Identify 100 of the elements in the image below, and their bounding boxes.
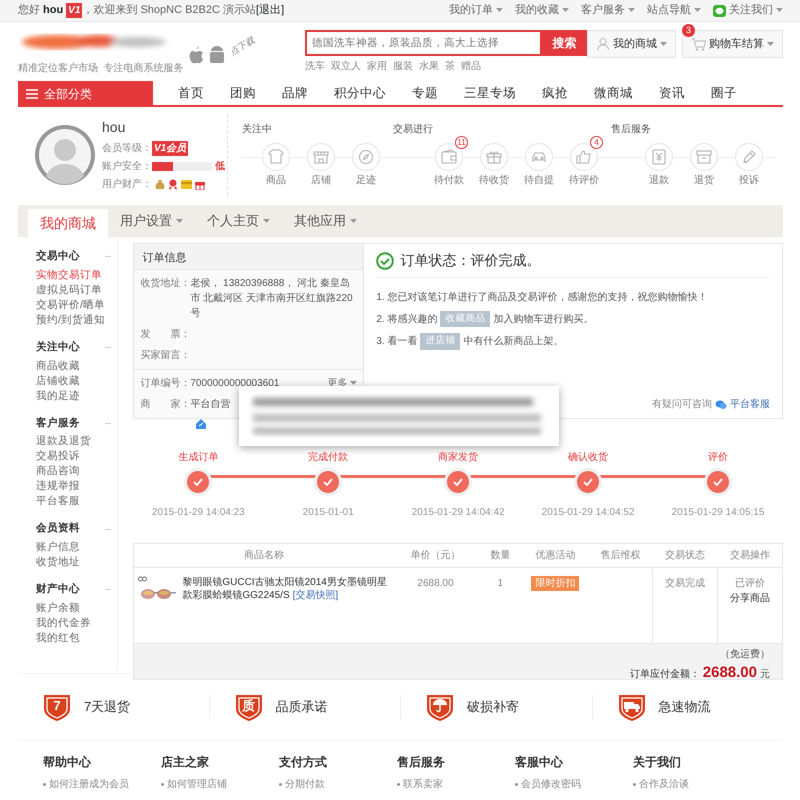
hot-word-link[interactable]: 茶 bbox=[445, 59, 455, 74]
nav-link[interactable]: 疯抢 bbox=[529, 84, 581, 103]
sidebar-item[interactable]: 我的足迹 bbox=[36, 388, 118, 404]
tab[interactable]: 我的商城 bbox=[28, 209, 108, 237]
sidebar-item[interactable]: 实物交易订单 bbox=[36, 268, 118, 283]
shortcut-link[interactable]: 投诉 bbox=[728, 142, 770, 188]
nav-link[interactable]: 专题 bbox=[399, 84, 451, 103]
sidebar-item[interactable]: 收货地址 bbox=[36, 555, 118, 570]
tab[interactable]: 其他应用 bbox=[282, 205, 369, 237]
guarantee-label: 7天退货 bbox=[84, 698, 130, 716]
sidebar-item[interactable]: 店铺收藏 bbox=[36, 374, 118, 388]
step-time: 2015-01-29 14:04:52 bbox=[542, 506, 635, 520]
action-status: 已评价 bbox=[734, 577, 766, 591]
top-menu-link[interactable]: 我的订单 bbox=[449, 2, 503, 19]
bullet-icon bbox=[515, 783, 518, 786]
share-link[interactable]: 分享商品 bbox=[719, 591, 781, 606]
group-title: 交易进行 bbox=[393, 122, 434, 136]
sidebar-item[interactable]: 交易评价/晒单 bbox=[36, 298, 118, 313]
shortcut-link[interactable]: 足迹 bbox=[345, 142, 387, 188]
sidebar-item[interactable]: 违规举报 bbox=[36, 479, 118, 494]
nav-link[interactable]: 团购 bbox=[217, 84, 269, 103]
snapshot-link[interactable]: [交易快照] bbox=[292, 590, 338, 601]
hot-word-link[interactable]: 双立人 bbox=[331, 59, 361, 74]
username-link[interactable]: hou bbox=[43, 2, 64, 19]
footer-heading: 关于我们 bbox=[633, 754, 682, 771]
hot-word-link[interactable]: 水果 bbox=[419, 59, 439, 74]
step-label: 确认收货 bbox=[568, 451, 608, 465]
hot-word-link[interactable]: 服装 bbox=[393, 59, 413, 74]
nav-link[interactable]: 首页 bbox=[165, 84, 217, 103]
logout-link[interactable]: [退出] bbox=[256, 2, 284, 19]
footer-link[interactable]: 联系卖家 bbox=[403, 777, 443, 792]
sidebar-item[interactable]: 退款及退货 bbox=[36, 434, 118, 450]
my-mall-button[interactable]: 我的商城 bbox=[587, 30, 676, 58]
bullet-icon bbox=[397, 783, 400, 786]
sidebar-item[interactable]: 商品收藏 bbox=[36, 358, 118, 374]
hot-word-link[interactable]: 家用 bbox=[367, 59, 387, 74]
column-header: 交易操作 bbox=[718, 544, 782, 568]
category-button[interactable]: 全部分类 bbox=[18, 81, 153, 106]
nav-link[interactable]: 三星专场 bbox=[451, 84, 529, 103]
tab[interactable]: 用户设置 bbox=[108, 205, 195, 237]
shield-icon bbox=[616, 692, 646, 722]
footer-link[interactable]: 合作及洽谈 bbox=[639, 777, 689, 792]
sidebar-item[interactable]: 平台客服 bbox=[36, 494, 118, 510]
sidebar-item[interactable]: 账户余额 bbox=[36, 600, 118, 616]
sidebar-item[interactable]: 我的红包 bbox=[36, 630, 118, 646]
bullet-icon bbox=[161, 783, 164, 786]
top-menu-link[interactable]: 站点导航 bbox=[647, 2, 701, 19]
group-title: 关注中 bbox=[242, 122, 273, 136]
caret-icon bbox=[767, 42, 774, 46]
hot-word-link[interactable]: 洗车 bbox=[305, 59, 325, 74]
sidebar-item[interactable]: 账户信息 bbox=[36, 540, 118, 555]
sidebar-item[interactable]: 交易投诉 bbox=[36, 449, 118, 464]
footer-link[interactable]: 分期付款 bbox=[285, 777, 325, 792]
assets-label: 用户财产： bbox=[102, 178, 152, 192]
user-icon bbox=[596, 37, 610, 51]
note-text: 中有什么新商品上架。 bbox=[463, 334, 564, 349]
field-label: 订单编号： bbox=[140, 376, 190, 391]
hot-word-link[interactable]: 赠品 bbox=[461, 59, 481, 74]
tab[interactable]: 个人主页 bbox=[195, 205, 282, 237]
shortcut-link[interactable]: 退款 bbox=[638, 142, 680, 188]
security-label: 账户安全： bbox=[102, 160, 152, 174]
footer-heading: 店主之家 bbox=[161, 754, 210, 771]
sidebar-item[interactable]: 商品咨询 bbox=[36, 464, 118, 480]
sidebar-item[interactable]: 预约/到货通知 bbox=[36, 312, 118, 328]
footer-link[interactable]: 会员修改密码 bbox=[521, 777, 581, 792]
wallet-icon bbox=[440, 148, 458, 166]
sidebar-heading: 财产中心 bbox=[36, 582, 80, 597]
sidebar-item[interactable]: 我的代金券 bbox=[36, 616, 118, 631]
nav-link[interactable]: 积分中心 bbox=[321, 84, 399, 103]
sidebar-item[interactable]: 虚拟兑码订单 bbox=[36, 282, 118, 298]
search-button[interactable]: 搜索 bbox=[542, 30, 587, 56]
top-menu-link[interactable]: 客户服务 bbox=[581, 2, 635, 19]
follow-link[interactable]: 关注我们 bbox=[713, 2, 783, 19]
box-icon bbox=[695, 148, 713, 166]
nav-link[interactable]: 资讯 bbox=[646, 84, 698, 103]
footer-link[interactable]: 如何注册成为会员 bbox=[49, 777, 129, 792]
shortcut-link[interactable]: 店铺 bbox=[300, 142, 342, 188]
shortcut-link[interactable]: 退货 bbox=[683, 142, 725, 188]
caret-icon bbox=[694, 8, 701, 13]
shortcut-link[interactable]: 待收货 bbox=[473, 142, 515, 188]
step-label: 生成订单 bbox=[178, 450, 218, 465]
username-text: hou bbox=[102, 118, 126, 137]
shortcut-link[interactable]: 商品 bbox=[255, 142, 297, 188]
nav-link[interactable]: 微商城 bbox=[581, 84, 646, 103]
shield-icon: 质 bbox=[234, 692, 264, 722]
footer-link[interactable]: 如何管理店铺 bbox=[167, 777, 227, 792]
search-field[interactable]: 德国洗车神器，原装品质，高大上选择 bbox=[305, 30, 542, 56]
nav-link[interactable]: 圈子 bbox=[698, 84, 750, 103]
column-header: 交易状态 bbox=[652, 544, 718, 568]
top-menu-link[interactable]: 我的收藏 bbox=[515, 2, 569, 19]
chat-icon[interactable] bbox=[195, 418, 208, 430]
glasses-icon bbox=[138, 576, 148, 582]
product-name: 黎明眼镜GUCCI古驰太阳镜2014男女墨镜明星款彩膜蛤蟆镜GG2245/S [交易快照] bbox=[182, 576, 388, 603]
service-link[interactable]: 平台客服 bbox=[715, 397, 770, 412]
bullet-icon bbox=[633, 783, 636, 786]
count-badge: 11 bbox=[455, 136, 468, 148]
money-bag-icon bbox=[155, 179, 165, 190]
compass-icon bbox=[357, 148, 375, 166]
nav-link[interactable]: 品牌 bbox=[269, 84, 321, 103]
shortcut-link[interactable]: 待自提 bbox=[518, 142, 560, 188]
